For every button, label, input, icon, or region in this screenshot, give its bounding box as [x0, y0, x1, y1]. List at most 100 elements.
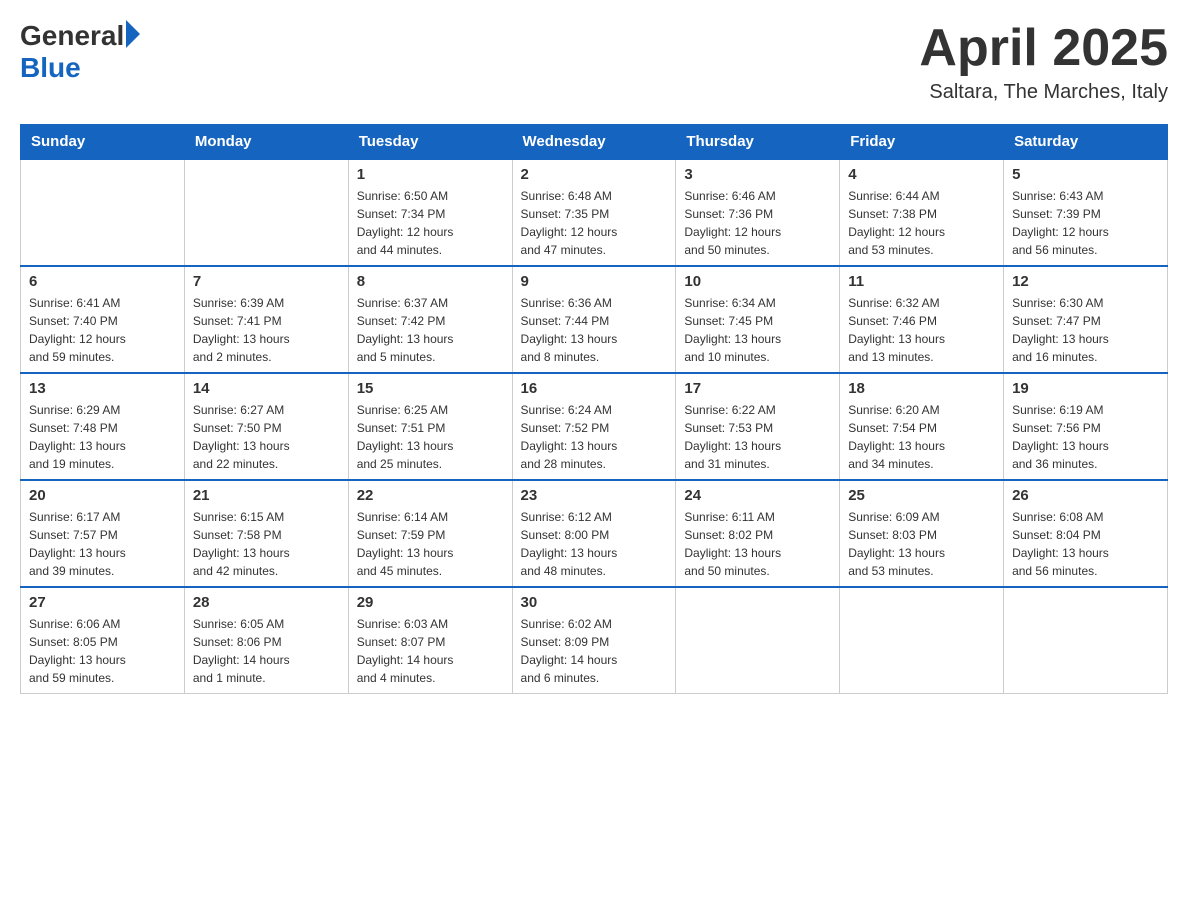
day-number: 13 — [29, 380, 176, 397]
calendar-cell — [676, 587, 840, 694]
day-info: Sunrise: 6:06 AMSunset: 8:05 PMDaylight:… — [29, 615, 176, 687]
day-number: 4 — [848, 166, 995, 183]
day-number: 8 — [357, 273, 504, 290]
day-info: Sunrise: 6:15 AMSunset: 7:58 PMDaylight:… — [193, 508, 340, 580]
day-info: Sunrise: 6:08 AMSunset: 8:04 PMDaylight:… — [1012, 508, 1159, 580]
header-sunday: Sunday — [21, 125, 185, 160]
calendar-cell: 6 Sunrise: 6:41 AMSunset: 7:40 PMDaylight… — [21, 266, 185, 373]
day-number: 2 — [521, 166, 668, 183]
subtitle: Saltara, The Marches, Italy — [919, 81, 1168, 104]
day-number: 24 — [684, 487, 831, 504]
calendar-cell: 16 Sunrise: 6:24 AMSunset: 7:52 PMDayligh… — [512, 373, 676, 480]
calendar-cell: 5 Sunrise: 6:43 AMSunset: 7:39 PMDaylight… — [1004, 159, 1168, 266]
calendar-cell: 3 Sunrise: 6:46 AMSunset: 7:36 PMDaylight… — [676, 159, 840, 266]
day-info: Sunrise: 6:34 AMSunset: 7:45 PMDaylight:… — [684, 294, 831, 366]
day-number: 15 — [357, 380, 504, 397]
day-number: 17 — [684, 380, 831, 397]
day-number: 1 — [357, 166, 504, 183]
day-info: Sunrise: 6:36 AMSunset: 7:44 PMDaylight:… — [521, 294, 668, 366]
calendar-cell: 19 Sunrise: 6:19 AMSunset: 7:56 PMDayligh… — [1004, 373, 1168, 480]
header-tuesday: Tuesday — [348, 125, 512, 160]
calendar-cell: 18 Sunrise: 6:20 AMSunset: 7:54 PMDayligh… — [840, 373, 1004, 480]
week-row-5: 27 Sunrise: 6:06 AMSunset: 8:05 PMDayligh… — [21, 587, 1168, 694]
day-info: Sunrise: 6:46 AMSunset: 7:36 PMDaylight:… — [684, 187, 831, 259]
day-info: Sunrise: 6:37 AMSunset: 7:42 PMDaylight:… — [357, 294, 504, 366]
day-number: 11 — [848, 273, 995, 290]
header-friday: Friday — [840, 125, 1004, 160]
calendar-cell: 13 Sunrise: 6:29 AMSunset: 7:48 PMDayligh… — [21, 373, 185, 480]
calendar-cell — [21, 159, 185, 266]
calendar-cell: 25 Sunrise: 6:09 AMSunset: 8:03 PMDayligh… — [840, 480, 1004, 587]
day-info: Sunrise: 6:30 AMSunset: 7:47 PMDaylight:… — [1012, 294, 1159, 366]
calendar-cell: 27 Sunrise: 6:06 AMSunset: 8:05 PMDayligh… — [21, 587, 185, 694]
day-info: Sunrise: 6:24 AMSunset: 7:52 PMDaylight:… — [521, 401, 668, 473]
calendar-cell: 20Sunrise: 6:17 AMSunset: 7:57 PMDayligh… — [21, 480, 185, 587]
calendar-header-row: SundayMondayTuesdayWednesdayThursdayFrid… — [21, 125, 1168, 160]
day-number: 26 — [1012, 487, 1159, 504]
calendar-cell: 12 Sunrise: 6:30 AMSunset: 7:47 PMDayligh… — [1004, 266, 1168, 373]
day-info: Sunrise: 6:12 AMSunset: 8:00 PMDaylight:… — [521, 508, 668, 580]
day-number: 22 — [357, 487, 504, 504]
calendar-cell — [184, 159, 348, 266]
header-saturday: Saturday — [1004, 125, 1168, 160]
day-number: 14 — [193, 380, 340, 397]
calendar-cell: 7Sunrise: 6:39 AMSunset: 7:41 PMDaylight… — [184, 266, 348, 373]
day-info: Sunrise: 6:19 AMSunset: 7:56 PMDaylight:… — [1012, 401, 1159, 473]
day-info: Sunrise: 6:20 AMSunset: 7:54 PMDaylight:… — [848, 401, 995, 473]
calendar-table: SundayMondayTuesdayWednesdayThursdayFrid… — [20, 124, 1168, 694]
day-number: 21 — [193, 487, 340, 504]
calendar-cell: 22 Sunrise: 6:14 AMSunset: 7:59 PMDayligh… — [348, 480, 512, 587]
title-block: April 2025 Saltara, The Marches, Italy — [919, 20, 1168, 104]
calendar-cell: 30Sunrise: 6:02 AMSunset: 8:09 PMDayligh… — [512, 587, 676, 694]
week-row-2: 6 Sunrise: 6:41 AMSunset: 7:40 PMDaylight… — [21, 266, 1168, 373]
day-number: 29 — [357, 594, 504, 611]
day-info: Sunrise: 6:25 AMSunset: 7:51 PMDaylight:… — [357, 401, 504, 473]
logo-general: General — [20, 20, 124, 52]
day-number: 25 — [848, 487, 995, 504]
calendar-cell: 4 Sunrise: 6:44 AMSunset: 7:38 PMDaylight… — [840, 159, 1004, 266]
logo-blue: Blue — [20, 52, 81, 84]
calendar-cell: 2 Sunrise: 6:48 AMSunset: 7:35 PMDaylight… — [512, 159, 676, 266]
day-info: Sunrise: 6:14 AMSunset: 7:59 PMDaylight:… — [357, 508, 504, 580]
day-info: Sunrise: 6:03 AMSunset: 8:07 PMDaylight:… — [357, 615, 504, 687]
day-number: 7 — [193, 273, 340, 290]
day-number: 3 — [684, 166, 831, 183]
logo: General Blue — [20, 20, 140, 84]
day-number: 16 — [521, 380, 668, 397]
calendar-cell: 15 Sunrise: 6:25 AMSunset: 7:51 PMDayligh… — [348, 373, 512, 480]
day-number: 6 — [29, 273, 176, 290]
day-info: Sunrise: 6:44 AMSunset: 7:38 PMDaylight:… — [848, 187, 995, 259]
day-number: 28 — [193, 594, 340, 611]
day-info: Sunrise: 6:32 AMSunset: 7:46 PMDaylight:… — [848, 294, 995, 366]
calendar-cell: 8 Sunrise: 6:37 AMSunset: 7:42 PMDaylight… — [348, 266, 512, 373]
week-row-3: 13 Sunrise: 6:29 AMSunset: 7:48 PMDayligh… — [21, 373, 1168, 480]
calendar-cell: 11 Sunrise: 6:32 AMSunset: 7:46 PMDayligh… — [840, 266, 1004, 373]
calendar-cell: 29 Sunrise: 6:03 AMSunset: 8:07 PMDayligh… — [348, 587, 512, 694]
calendar-cell: 21 Sunrise: 6:15 AMSunset: 7:58 PMDayligh… — [184, 480, 348, 587]
day-info: Sunrise: 6:11 AMSunset: 8:02 PMDaylight:… — [684, 508, 831, 580]
day-info: Sunrise: 6:09 AMSunset: 8:03 PMDaylight:… — [848, 508, 995, 580]
logo-arrow-icon — [126, 20, 140, 48]
day-number: 5 — [1012, 166, 1159, 183]
calendar-cell: 1Sunrise: 6:50 AMSunset: 7:34 PMDaylight… — [348, 159, 512, 266]
day-number: 19 — [1012, 380, 1159, 397]
day-info: Sunrise: 6:27 AMSunset: 7:50 PMDaylight:… — [193, 401, 340, 473]
day-number: 30 — [521, 594, 668, 611]
day-info: Sunrise: 6:41 AMSunset: 7:40 PMDaylight:… — [29, 294, 176, 366]
day-number: 27 — [29, 594, 176, 611]
day-info: Sunrise: 6:29 AMSunset: 7:48 PMDaylight:… — [29, 401, 176, 473]
day-number: 18 — [848, 380, 995, 397]
month-title: April 2025 — [919, 20, 1168, 77]
calendar-cell: 10Sunrise: 6:34 AMSunset: 7:45 PMDayligh… — [676, 266, 840, 373]
calendar-cell: 23 Sunrise: 6:12 AMSunset: 8:00 PMDayligh… — [512, 480, 676, 587]
calendar-cell: 14 Sunrise: 6:27 AMSunset: 7:50 PMDayligh… — [184, 373, 348, 480]
calendar-cell — [840, 587, 1004, 694]
day-info: Sunrise: 6:48 AMSunset: 7:35 PMDaylight:… — [521, 187, 668, 259]
day-info: Sunrise: 6:17 AMSunset: 7:57 PMDaylight:… — [29, 508, 176, 580]
page-header: General Blue April 2025 Saltara, The Mar… — [20, 20, 1168, 104]
day-info: Sunrise: 6:22 AMSunset: 7:53 PMDaylight:… — [684, 401, 831, 473]
day-info: Sunrise: 6:43 AMSunset: 7:39 PMDaylight:… — [1012, 187, 1159, 259]
calendar-cell: 24 Sunrise: 6:11 AMSunset: 8:02 PMDayligh… — [676, 480, 840, 587]
day-number: 12 — [1012, 273, 1159, 290]
day-number: 23 — [521, 487, 668, 504]
